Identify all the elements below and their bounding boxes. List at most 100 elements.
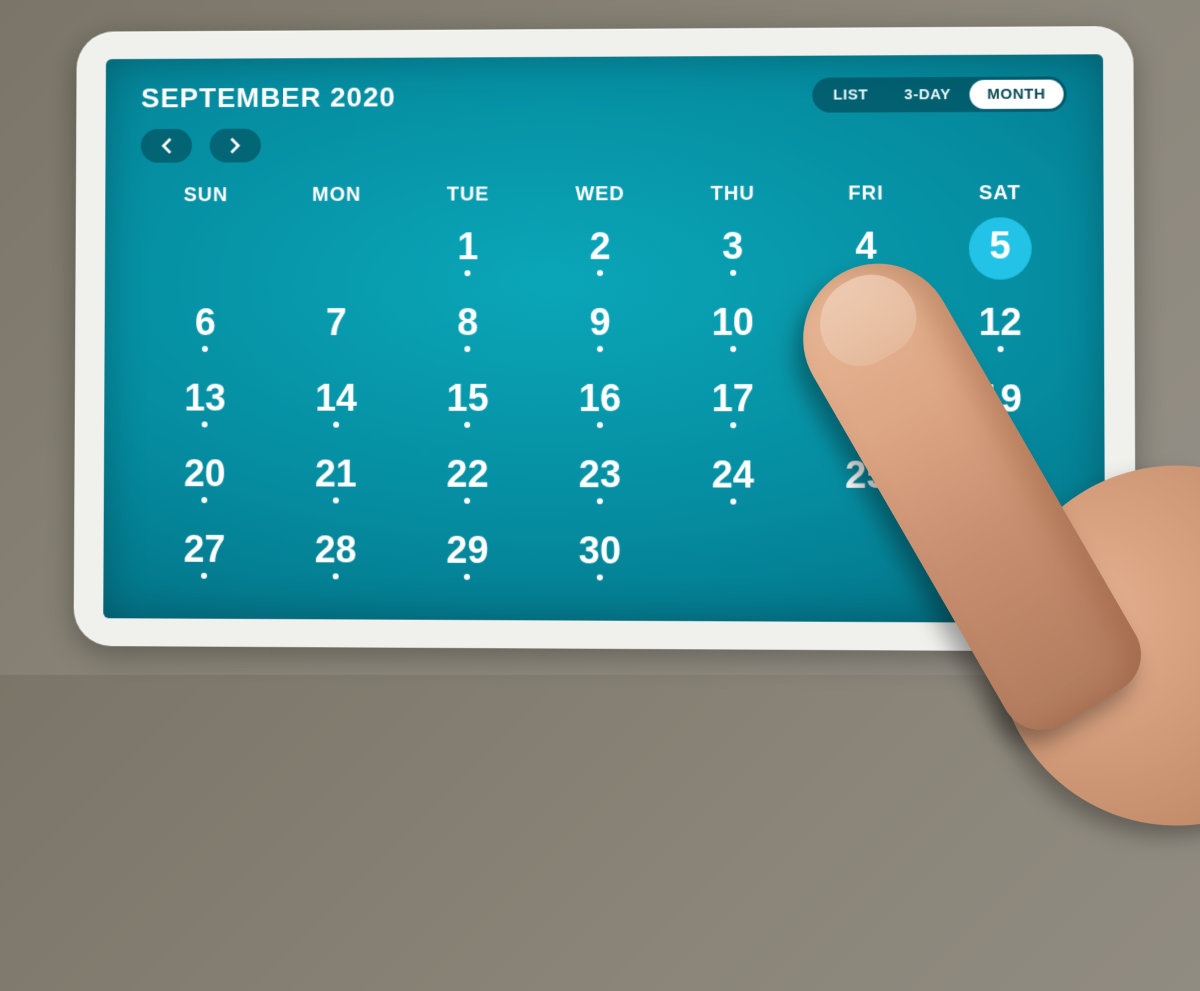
day-cell[interactable]: 28: [270, 527, 402, 603]
event-dot-icon: [597, 574, 603, 580]
day-cell[interactable]: 12: [933, 299, 1068, 376]
event-dot-icon: [597, 270, 603, 276]
device-frame: SEPTEMBER 2020 LIST 3-DAY MONTH SUN MON …: [74, 26, 1136, 652]
day-cell[interactable]: 4: [799, 223, 933, 299]
day-cell[interactable]: 17: [666, 376, 799, 452]
prev-month-button[interactable]: [141, 128, 192, 162]
day-number: 27: [183, 530, 225, 568]
day-number: 2: [589, 228, 610, 266]
event-dot-icon: [730, 422, 736, 428]
event-dot-icon: [465, 497, 471, 503]
calendar-row: 27 28 29 30: [139, 526, 1069, 606]
weekday-label: FRI: [799, 178, 933, 209]
event-dot-icon: [730, 498, 736, 504]
day-cell[interactable]: 16: [534, 375, 667, 451]
day-cell: [140, 224, 271, 300]
day-cell[interactable]: 2: [534, 223, 666, 299]
day-cell[interactable]: 24: [666, 452, 799, 529]
day-cell[interactable]: 23: [534, 451, 667, 528]
day-number: 30: [579, 532, 621, 570]
day-cell: [271, 224, 402, 300]
day-number: 3: [722, 227, 743, 265]
chevron-right-icon: [229, 137, 241, 153]
view-option-list[interactable]: LIST: [815, 80, 886, 109]
day-cell[interactable]: 5: [933, 223, 1067, 300]
day-cell[interactable]: 19: [933, 376, 1068, 453]
day-cell[interactable]: 22: [402, 451, 534, 527]
day-cell[interactable]: 6: [140, 300, 271, 376]
month-nav: [141, 125, 1067, 162]
weekday-label: SUN: [141, 180, 272, 211]
event-dot-icon: [464, 573, 470, 579]
day-number: 25: [845, 456, 888, 494]
day-number: 4: [855, 227, 876, 265]
calendar-row: 6 7 8 9 10 1112: [140, 299, 1068, 376]
day-number: 24: [712, 456, 755, 494]
weekday-label: MON: [271, 179, 402, 210]
day-cell[interactable]: 15: [402, 375, 534, 451]
day-number: 14: [315, 379, 357, 417]
day-cell[interactable]: 26: [933, 452, 1068, 529]
next-month-button[interactable]: [210, 128, 261, 162]
day-number: 22: [446, 455, 488, 493]
day-cell[interactable]: 14: [270, 375, 402, 451]
view-option-3day[interactable]: 3-DAY: [886, 79, 969, 108]
day-number: 10: [712, 303, 754, 341]
event-dot-icon: [730, 269, 736, 275]
day-number: 18: [845, 380, 888, 418]
day-cell[interactable]: 13: [139, 375, 270, 451]
day-cell[interactable]: 18: [799, 376, 933, 453]
day-number: 28: [315, 531, 357, 569]
day-number: 16: [579, 379, 621, 417]
day-cell[interactable]: 7: [271, 300, 402, 376]
day-cell[interactable]: 3: [666, 223, 799, 299]
header-row: SEPTEMBER 2020 LIST 3-DAY MONTH: [141, 76, 1067, 115]
event-dot-icon: [333, 573, 339, 579]
weekday-label: SAT: [933, 177, 1067, 208]
event-dot-icon: [333, 421, 339, 427]
event-dot-icon: [465, 421, 471, 427]
day-cell[interactable]: 20: [139, 451, 270, 527]
day-number: 21: [315, 455, 357, 493]
weekday-label: THU: [666, 178, 799, 209]
event-dot-icon: [597, 498, 603, 504]
day-number: 17: [712, 380, 754, 418]
day-number: 8: [457, 304, 478, 342]
day-number: 20: [184, 455, 226, 493]
day-cell[interactable]: 21: [270, 451, 402, 527]
event-dot-icon: [597, 422, 603, 428]
day-cell[interactable]: 30: [534, 528, 667, 605]
event-dot-icon: [597, 345, 603, 351]
calendar-screen: SEPTEMBER 2020 LIST 3-DAY MONTH SUN MON …: [103, 54, 1105, 623]
event-dot-icon: [333, 497, 339, 503]
day-cell[interactable]: 11: [799, 299, 933, 375]
event-dot-icon: [202, 345, 208, 351]
day-number: 23: [579, 456, 621, 494]
event-dot-icon: [201, 572, 207, 578]
event-dot-icon: [202, 421, 208, 427]
view-option-month[interactable]: MONTH: [969, 79, 1064, 108]
calendar-grid: 1234567891011121314151617181920212223242…: [139, 223, 1069, 607]
event-dot-icon: [202, 497, 208, 503]
day-cell: [666, 528, 799, 605]
event-dot-icon: [465, 270, 471, 276]
day-cell[interactable]: 25: [800, 452, 934, 529]
day-number: 1: [457, 228, 478, 266]
event-dot-icon: [997, 346, 1003, 352]
calendar-row: 20 21 22 23 24 25 26: [139, 451, 1068, 530]
day-cell[interactable]: 29: [401, 527, 533, 604]
day-number: 26: [979, 456, 1022, 494]
view-toggle: LIST 3-DAY MONTH: [812, 76, 1067, 112]
day-cell[interactable]: 10: [666, 299, 799, 375]
event-dot-icon: [730, 346, 736, 352]
day-cell[interactable]: 8: [402, 300, 534, 376]
day-cell[interactable]: 27: [139, 526, 270, 602]
day-cell[interactable]: 9: [534, 299, 667, 375]
day-cell: [800, 528, 934, 605]
weekday-header: SUN MON TUE WED THU FRI SAT: [141, 177, 1067, 210]
day-cell: [934, 529, 1069, 606]
day-number: 9: [589, 304, 610, 342]
day-number: 7: [326, 304, 347, 342]
day-cell[interactable]: 1: [402, 224, 534, 300]
day-number: 15: [447, 379, 489, 417]
